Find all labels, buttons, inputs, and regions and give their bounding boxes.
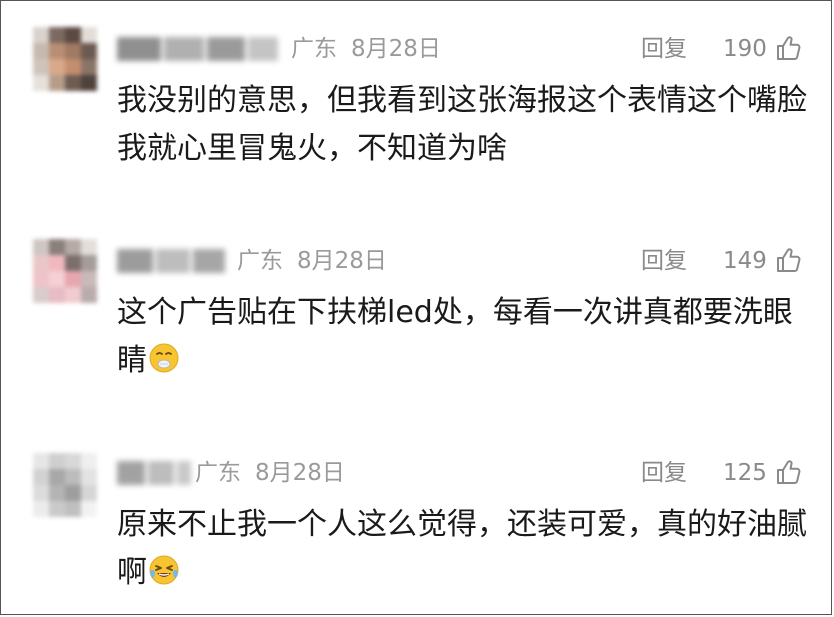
avatar[interactable]: [33, 27, 97, 91]
comment-date: 8月28日: [255, 460, 345, 486]
reply-button[interactable]: 回复: [641, 461, 687, 485]
comment-text: 原来不止我一个人这么觉得，还装可爱，真的好油腻啊: [117, 507, 807, 590]
username-redacted[interactable]: [117, 249, 228, 273]
like-count: 149: [723, 248, 767, 274]
thumbs-up-icon[interactable]: [775, 34, 803, 62]
username-redacted[interactable]: [117, 37, 281, 61]
comment-location: 广东: [195, 460, 241, 486]
avatar[interactable]: [33, 453, 97, 517]
comment-text: 这个广告贴在下扶梯led处，每看一次讲真都要洗眼睛: [117, 295, 793, 378]
nauseated-face-icon: [149, 343, 179, 373]
thumbs-up-icon[interactable]: [775, 458, 803, 486]
comment-date: 8月28日: [297, 248, 387, 274]
comment-list: 广东 8月28日 回复 190 我没别的意思，但我看到这张海报这个表情这个嘴脸我…: [0, 0, 832, 615]
comment-location: 广东: [291, 36, 337, 62]
like-count: 125: [723, 460, 767, 486]
like-count: 190: [723, 36, 767, 62]
crying-laughing-face-icon: [149, 555, 179, 585]
avatar[interactable]: [33, 239, 97, 303]
reply-button[interactable]: 回复: [641, 249, 687, 273]
comment-text: 我没别的意思，但我看到这张海报这个表情这个嘴脸我就心里冒鬼火，不知道为啥: [117, 83, 807, 166]
comment-date: 8月28日: [351, 36, 441, 62]
thumbs-up-icon[interactable]: [775, 246, 803, 274]
reply-button[interactable]: 回复: [641, 37, 687, 61]
comment-location: 广东: [237, 248, 283, 274]
username-redacted[interactable]: [117, 461, 194, 485]
